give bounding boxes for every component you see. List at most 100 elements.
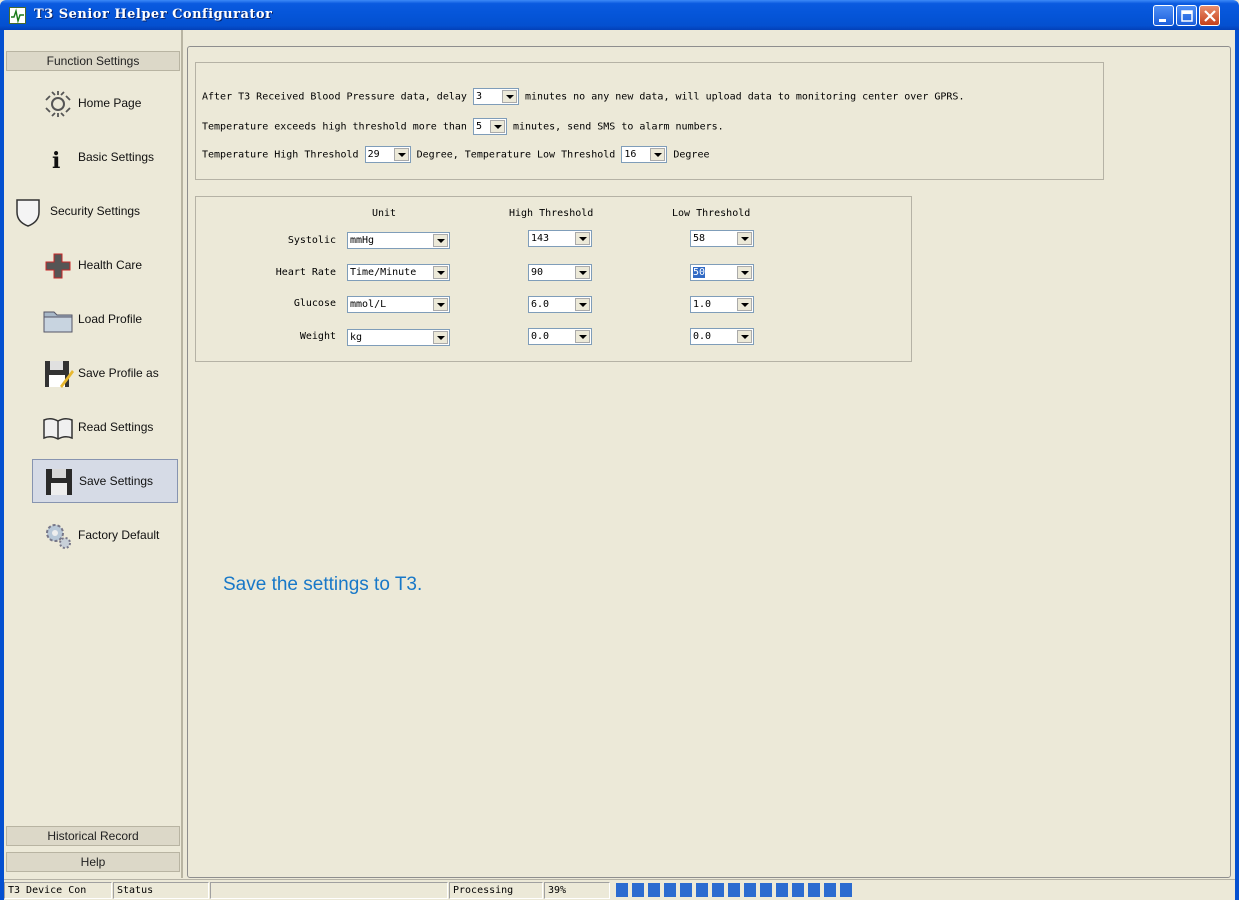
chevron-down-icon[interactable] bbox=[433, 331, 448, 344]
sidebar-item-label: Save Profile as bbox=[78, 366, 159, 380]
sidebar-item-factory-default[interactable]: Factory Default bbox=[32, 514, 178, 558]
weight-high-select[interactable]: 0.0 bbox=[528, 328, 592, 345]
chevron-down-icon[interactable] bbox=[393, 148, 409, 161]
progress-block bbox=[808, 883, 820, 897]
upload-delay-select[interactable]: 3 bbox=[472, 88, 519, 105]
progress-block bbox=[648, 883, 660, 897]
maximize-button[interactable] bbox=[1176, 5, 1197, 26]
systolic-unit-select[interactable]: mmHg bbox=[347, 232, 450, 249]
glucose-label: Glucose bbox=[293, 298, 336, 309]
chevron-down-icon[interactable] bbox=[575, 266, 590, 279]
chevron-down-icon[interactable] bbox=[575, 298, 590, 311]
chevron-down-icon[interactable] bbox=[575, 330, 590, 343]
close-icon bbox=[1204, 10, 1216, 22]
chevron-down-icon[interactable] bbox=[575, 232, 590, 245]
floppy-icon bbox=[43, 466, 75, 498]
chevron-down-icon[interactable] bbox=[737, 330, 752, 343]
combo-value: mmol/L bbox=[350, 299, 387, 310]
temp-low-label: Degree, Temperature Low Threshold bbox=[416, 149, 616, 161]
combo-value: 0.0 bbox=[693, 331, 712, 342]
progress-block bbox=[760, 883, 772, 897]
sidebar-item-read-settings[interactable]: Read Settings bbox=[32, 406, 178, 450]
systolic-low-select[interactable]: 58 bbox=[690, 230, 754, 247]
heart-rate-low-select[interactable]: 50 bbox=[690, 264, 754, 281]
weight-low-select[interactable]: 0.0 bbox=[690, 328, 754, 345]
combo-value: 29 bbox=[367, 149, 380, 160]
temperature-threshold-row: Temperature High Threshold 29 Degree, Te… bbox=[202, 146, 709, 164]
sidebar-item-home-page[interactable]: Home Page bbox=[32, 82, 178, 126]
progress-block bbox=[744, 883, 756, 897]
progress-block bbox=[680, 883, 692, 897]
status-label: Status bbox=[113, 882, 209, 899]
low-threshold-column-header: Low Threshold bbox=[672, 208, 751, 219]
combo-value: kg bbox=[350, 332, 363, 343]
sidebar-item-label: Health Care bbox=[78, 258, 143, 272]
device-connection-status: T3 Device Con bbox=[4, 882, 112, 899]
systolic-high-select[interactable]: 143 bbox=[528, 230, 592, 247]
sidebar-item-label: Basic Settings bbox=[78, 150, 155, 164]
combo-value: 6.0 bbox=[531, 299, 550, 310]
close-button[interactable] bbox=[1199, 5, 1220, 26]
gears-icon bbox=[42, 520, 74, 552]
folder-icon bbox=[42, 304, 74, 336]
sms-delay-suffix: minutes, send SMS to alarm numbers. bbox=[512, 121, 724, 133]
minimize-button[interactable] bbox=[1153, 5, 1174, 26]
sidebar-item-load-profile[interactable]: Load Profile bbox=[32, 298, 178, 342]
chevron-down-icon[interactable] bbox=[433, 234, 448, 247]
sidebar-item-label: Read Settings bbox=[78, 420, 154, 434]
sidebar-item-label: Security Settings bbox=[50, 204, 141, 218]
combo-value: 0.0 bbox=[531, 331, 550, 342]
combo-value: 5 bbox=[475, 121, 482, 132]
status-bar: T3 Device Con Status Processing 39% bbox=[4, 879, 1235, 900]
progress-block bbox=[840, 883, 852, 897]
chevron-down-icon[interactable] bbox=[737, 298, 752, 311]
temp-low-select[interactable]: 16 bbox=[621, 146, 668, 163]
heart-rate-high-select[interactable]: 90 bbox=[528, 264, 592, 281]
sidebar-item-security-settings[interactable]: Security Settings bbox=[8, 190, 180, 234]
combo-value: mmHg bbox=[350, 235, 375, 246]
heart-rate-unit-select[interactable]: Time/Minute bbox=[347, 264, 450, 281]
combo-value: 143 bbox=[531, 233, 550, 244]
home-icon bbox=[42, 88, 74, 120]
app-icon bbox=[9, 7, 26, 24]
sidebar-item-label: Save Settings bbox=[79, 474, 154, 488]
minimize-icon bbox=[1159, 19, 1166, 22]
chevron-down-icon[interactable] bbox=[650, 148, 666, 161]
chevron-down-icon[interactable] bbox=[737, 232, 752, 245]
upload-delay-text: After T3 Received Blood Pressure data, d… bbox=[202, 91, 467, 103]
sidebar-item-save-profile-as[interactable]: Save Profile as bbox=[32, 352, 178, 396]
sms-delay-select[interactable]: 5 bbox=[472, 118, 507, 135]
chevron-down-icon[interactable] bbox=[501, 90, 517, 103]
progress-block bbox=[632, 883, 644, 897]
title-bar[interactable]: T3 Senior Helper Configurator bbox=[0, 0, 1239, 30]
systolic-label: Systolic bbox=[287, 235, 336, 246]
sidebar-item-save-settings[interactable]: Save Settings bbox=[32, 459, 178, 503]
sidebar-item-health-care[interactable]: Health Care bbox=[32, 244, 178, 288]
chevron-down-icon[interactable] bbox=[433, 298, 448, 311]
high-threshold-column-header: High Threshold bbox=[509, 208, 594, 219]
temp-high-label: Temperature High Threshold bbox=[202, 149, 359, 161]
maximize-icon bbox=[1181, 10, 1193, 22]
function-settings-header[interactable]: Function Settings bbox=[6, 51, 180, 71]
historical-record-header[interactable]: Historical Record bbox=[6, 826, 180, 846]
chevron-down-icon[interactable] bbox=[433, 266, 448, 279]
glucose-unit-select[interactable]: mmol/L bbox=[347, 296, 450, 313]
window-frame-right bbox=[1235, 30, 1239, 900]
weight-label: Weight bbox=[299, 331, 336, 342]
weight-unit-select[interactable]: kg bbox=[347, 329, 450, 346]
help-header[interactable]: Help bbox=[6, 852, 180, 872]
combo-value: 16 bbox=[624, 149, 637, 160]
glucose-high-select[interactable]: 6.0 bbox=[528, 296, 592, 313]
chevron-down-icon[interactable] bbox=[737, 266, 752, 279]
hint-text: Save the settings to T3. bbox=[223, 574, 423, 595]
chevron-down-icon[interactable] bbox=[489, 120, 505, 133]
temp-low-suffix: Degree bbox=[673, 149, 710, 161]
combo-value: 3 bbox=[475, 91, 482, 102]
glucose-low-select[interactable]: 1.0 bbox=[690, 296, 754, 313]
window-title: T3 Senior Helper Configurator bbox=[34, 7, 273, 22]
upload-settings-group: After T3 Received Blood Pressure data, d… bbox=[195, 62, 1104, 180]
temp-high-select[interactable]: 29 bbox=[364, 146, 411, 163]
combo-value: 50 bbox=[693, 267, 706, 278]
save-profile-icon bbox=[42, 358, 74, 390]
sidebar-item-basic-settings[interactable]: i Basic Settings bbox=[32, 136, 178, 180]
